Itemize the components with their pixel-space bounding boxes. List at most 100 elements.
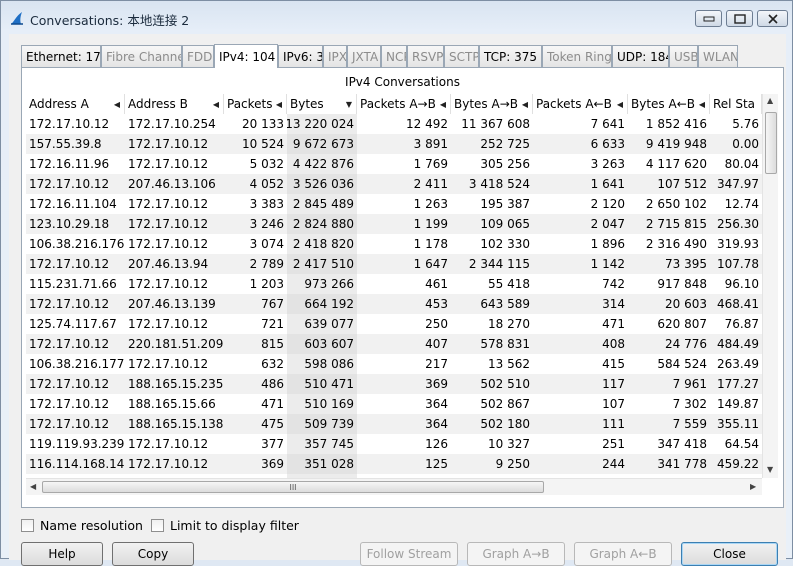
table-cell: 195 387	[480, 197, 530, 211]
table-row[interactable]: 119.119.93.239 172.17.10.12 377 357 745 126 1…	[26, 434, 762, 454]
column-header-packets-a-b[interactable]: Packets A←B ◀	[533, 94, 628, 114]
name-resolution-checkbox[interactable]: Name resolution	[21, 518, 143, 533]
table-caption: IPv4 Conversations	[345, 75, 460, 89]
tab-udp-184[interactable]: UDP: 184	[612, 45, 669, 68]
table-cell: 502 867	[480, 397, 530, 411]
column-header-rel-sta[interactable]: Rel Sta	[710, 94, 762, 114]
tab-ncp[interactable]: NCP	[381, 45, 407, 68]
table-cell: 314	[602, 297, 625, 311]
tab-tcp-375[interactable]: TCP: 375	[479, 45, 542, 68]
tab-usb[interactable]: USB	[669, 45, 698, 68]
column-header-packets[interactable]: Packets ◀	[224, 94, 287, 114]
scroll-down-arrow-icon[interactable]: ▼	[767, 465, 773, 474]
table-cell: 1 769	[413, 157, 448, 171]
tab-ipv4-104[interactable]: IPv4: 104	[214, 44, 278, 68]
table-cell: 917 848	[657, 277, 707, 291]
table-cell: 149.87	[717, 397, 759, 411]
tab-fibre-channe[interactable]: Fibre Channe	[101, 45, 182, 68]
limit-filter-checkbox[interactable]: Limit to display filter	[151, 518, 299, 533]
table-cell: 20 603	[665, 297, 707, 311]
table-row[interactable]: 172.17.10.12 207.46.13.139 767 664 192 453 64…	[26, 294, 762, 314]
scroll-up-arrow-icon[interactable]: ▲	[767, 96, 773, 105]
table-row[interactable]: 115.231.71.66 172.17.10.12 1 203 973 266 461…	[26, 274, 762, 294]
sort-arrow-icon: ◀	[616, 99, 623, 109]
close-button[interactable]: Close	[681, 542, 778, 566]
table-cell: 172.17.10.12	[128, 457, 209, 471]
tab-sctp[interactable]: SCTP	[444, 45, 479, 68]
table-row[interactable]: 172.17.10.12 188.165.15.138 475 509 739 364 5…	[26, 414, 762, 434]
graph-a-to-b-button[interactable]: Graph A→B	[467, 542, 565, 566]
table-cell: 364	[425, 397, 448, 411]
horizontal-scroll-thumb[interactable]: III	[42, 481, 544, 493]
vertical-scroll-thumb[interactable]	[765, 112, 777, 174]
table-cell: 125.74.117.67	[29, 317, 117, 331]
table-cell: 305 256	[480, 157, 530, 171]
table-cell: 351 028	[287, 454, 357, 474]
tab-rsvp[interactable]: RSVP	[407, 45, 444, 68]
sort-arrow-icon: ◀	[698, 99, 705, 109]
table-cell: 0.00	[732, 137, 759, 151]
column-header-bytes-a-b[interactable]: Bytes A←B ◀	[628, 94, 710, 114]
conversations-table[interactable]: Address A ◀ Address B ◀ Packets ◀ Bytes ▼ Packet…	[26, 94, 762, 480]
close-window-button[interactable]	[757, 10, 788, 27]
table-row[interactable]: 157.55.39.8 172.17.10.12 10 524 9 672 673 3 …	[26, 134, 762, 154]
minimize-button[interactable]	[695, 10, 722, 27]
table-cell: 620 807	[657, 317, 707, 331]
graph-b-to-a-button[interactable]: Graph A←B	[574, 542, 672, 566]
table-row[interactable]: 106.38.216.177 172.17.10.12 632 598 086 217 1…	[26, 354, 762, 374]
limit-filter-label: Limit to display filter	[170, 518, 299, 533]
tab-jxta[interactable]: JXTA	[347, 45, 381, 68]
table-cell: 3 383	[249, 197, 284, 211]
table-row[interactable]: 172.16.11.104 172.17.10.12 3 383 2 845 489 1…	[26, 194, 762, 214]
table-cell: 256.30	[717, 217, 759, 231]
table-cell: 157.55.39.8	[29, 137, 102, 151]
scroll-right-arrow-icon[interactable]: ▶	[750, 482, 756, 491]
table-row[interactable]: 125.74.117.67 172.17.10.12 721 639 077 250 18…	[26, 314, 762, 334]
tab-ethernet-17[interactable]: Ethernet: 17	[21, 45, 101, 68]
column-header-label: Address A	[29, 97, 89, 111]
table-cell: 341 778	[657, 457, 707, 471]
table-cell: 357 745	[287, 434, 357, 454]
table-cell: 584 524	[657, 357, 707, 371]
vertical-scrollbar[interactable]: ▲ ▼	[762, 94, 778, 478]
table-row[interactable]: 172.17.10.12 188.165.15.235 486 510 471 369 5…	[26, 374, 762, 394]
follow-stream-button[interactable]: Follow Stream	[360, 542, 458, 566]
help-button[interactable]: Help	[21, 542, 103, 566]
table-cell: 119.119.93.239	[29, 437, 125, 451]
maximize-button[interactable]	[726, 10, 753, 27]
table-row[interactable]: 172.17.10.12 220.181.51.209 815 603 607 407 5…	[26, 334, 762, 354]
column-header-bytes-a-b[interactable]: Bytes A→B ◀	[451, 94, 533, 114]
horizontal-scrollbar[interactable]: ◀ III ▶	[26, 478, 762, 495]
table-cell: 109 065	[480, 217, 530, 231]
table-row[interactable]: 116.114.168.149 172.17.10.12 369 351 028 125…	[26, 454, 762, 474]
table-row[interactable]: 172.16.11.96 172.17.10.12 5 032 4 422 876 1 …	[26, 154, 762, 174]
table-row[interactable]: 172.17.10.12 207.46.13.94 2 789 2 417 510 1 …	[26, 254, 762, 274]
table-cell: 471	[602, 317, 625, 331]
table-row[interactable]: 172.17.10.12 188.165.15.66 471 510 169 364 50…	[26, 394, 762, 414]
table-cell: 250	[425, 317, 448, 331]
table-cell: 486	[261, 377, 284, 391]
title-bar[interactable]: Conversations: 本地连接 2	[1, 1, 793, 34]
table-row[interactable]: 172.17.10.12 172.17.10.254 20 133 13 220 02…	[26, 114, 762, 134]
column-header-address-a[interactable]: Address A ◀	[26, 94, 125, 114]
table-cell: 177.27	[717, 377, 759, 391]
checkbox-box[interactable]	[151, 519, 164, 532]
column-header-bytes[interactable]: Bytes ▼	[287, 94, 357, 114]
tab-fddi[interactable]: FDDI	[182, 45, 214, 68]
table-row[interactable]: 172.17.10.12 207.46.13.106 4 052 3 526 036 2…	[26, 174, 762, 194]
table-cell: 3 418 524	[468, 177, 530, 191]
table-cell: 217	[425, 357, 448, 371]
scroll-left-arrow-icon[interactable]: ◀	[30, 482, 36, 491]
table-cell: 4 117 620	[645, 157, 707, 171]
tab-token-ring[interactable]: Token Ring	[542, 45, 612, 68]
table-cell: 172.17.10.12	[29, 297, 110, 311]
table-row[interactable]: 106.38.216.176 172.17.10.12 3 074 2 418 820…	[26, 234, 762, 254]
column-header-address-b[interactable]: Address B ◀	[125, 94, 224, 114]
tab-wlan[interactable]: WLAN	[698, 45, 738, 68]
column-header-packets-a-b[interactable]: Packets A→B ◀	[357, 94, 451, 114]
checkbox-box[interactable]	[21, 519, 34, 532]
table-row[interactable]: 123.10.29.18 172.17.10.12 3 246 2 824 880 1 …	[26, 214, 762, 234]
tab-ipx[interactable]: IPX	[323, 45, 347, 68]
copy-button[interactable]: Copy	[112, 542, 194, 566]
tab-ipv6-3[interactable]: IPv6: 3	[278, 45, 323, 68]
